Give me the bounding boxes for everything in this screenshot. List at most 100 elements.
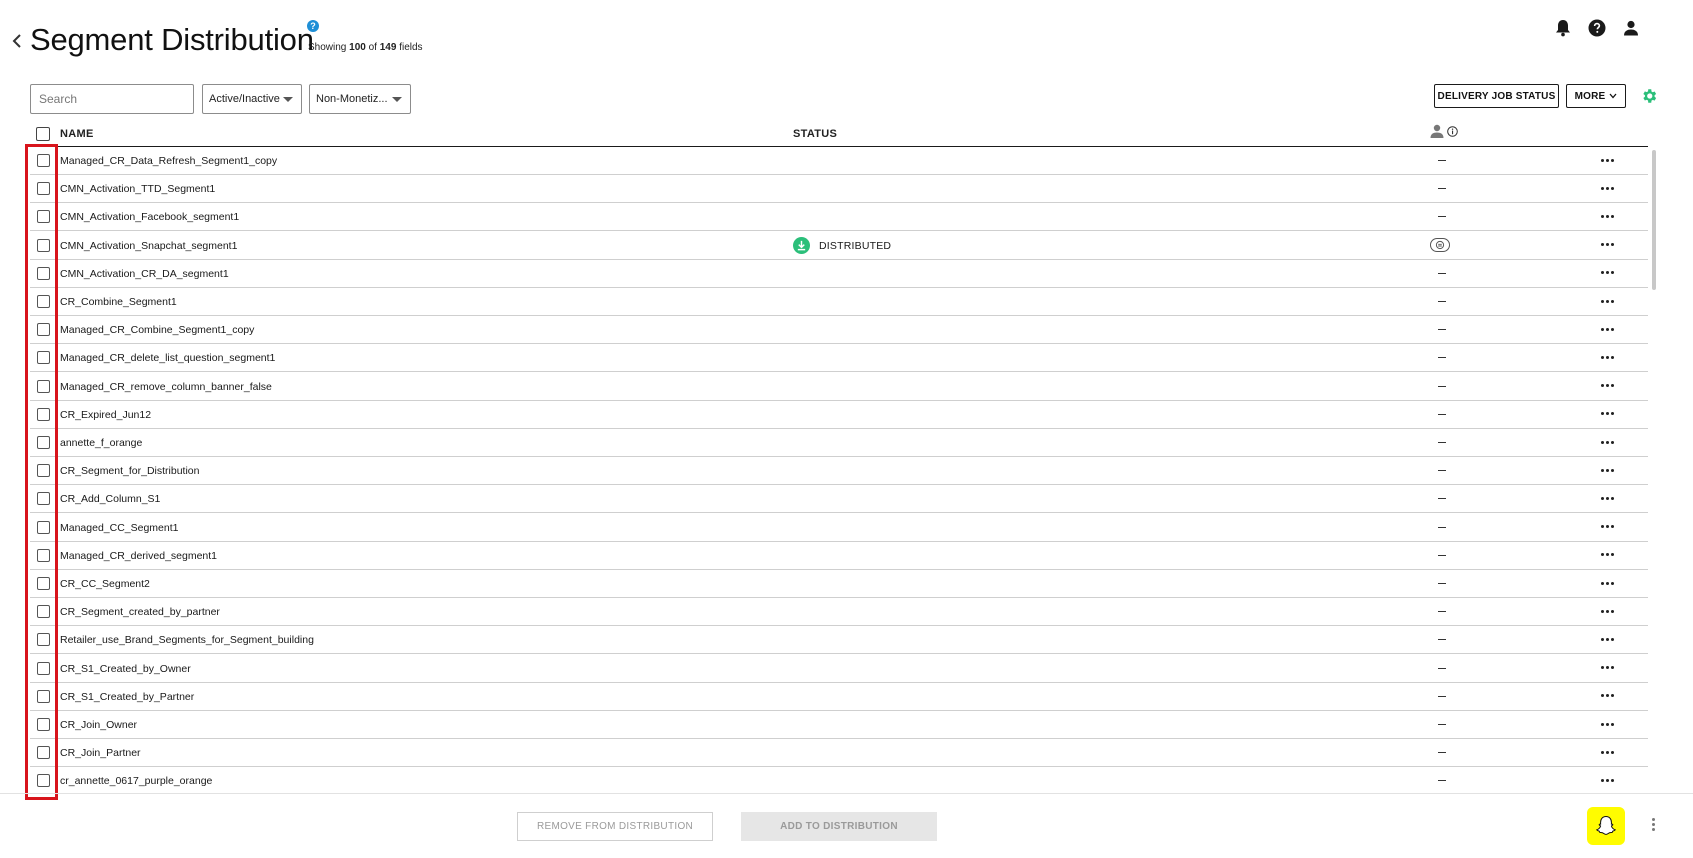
info-icon[interactable] (1447, 125, 1458, 137)
table-row[interactable]: CR_S1_Created_by_Partner (30, 683, 1648, 711)
gear-icon[interactable] (1640, 87, 1658, 105)
segment-name[interactable]: Managed_CR_derived_segment1 (60, 550, 217, 562)
table-row[interactable]: CMN_Activation_Facebook_segment1 (30, 203, 1648, 232)
row-checkbox[interactable] (37, 605, 50, 619)
remove-from-distribution-button[interactable]: REMOVE FROM DISTRIBUTION (517, 812, 713, 841)
more-horizontal-icon[interactable] (1601, 719, 1615, 729)
more-horizontal-icon[interactable] (1601, 268, 1615, 278)
row-checkbox[interactable] (37, 407, 50, 421)
table-row[interactable]: CMN_Activation_Snapchat_segment1 DISTRIBU… (30, 232, 1648, 260)
table-row[interactable]: annette_f_orange (30, 429, 1648, 457)
row-checkbox[interactable] (37, 379, 50, 393)
more-horizontal-icon[interactable] (1601, 381, 1615, 391)
row-checkbox[interactable] (37, 661, 50, 675)
row-checkbox[interactable] (37, 548, 50, 562)
table-row[interactable]: CMN_Activation_TTD_Segment1 (30, 175, 1648, 204)
segment-name[interactable]: CR_Segment_for_Distribution (60, 465, 199, 477)
more-horizontal-icon[interactable] (1601, 155, 1615, 165)
more-horizontal-icon[interactable] (1601, 578, 1615, 588)
table-row[interactable]: CR_Add_Column_S1 (30, 485, 1648, 514)
monetization-filter-dropdown[interactable]: Non-Monetiz... (309, 84, 411, 114)
row-checkbox[interactable] (37, 323, 50, 337)
segment-name[interactable]: Managed_CR_delete_list_question_segment1 (60, 352, 275, 364)
table-row[interactable]: CR_Segment_for_Distribution (30, 457, 1648, 486)
row-checkbox[interactable] (37, 718, 50, 731)
row-checkbox[interactable] (37, 774, 50, 788)
more-button[interactable]: MORE (1566, 84, 1626, 108)
more-horizontal-icon[interactable] (1601, 296, 1615, 306)
delivery-job-status-button[interactable]: DELIVERY JOB STATUS (1434, 84, 1559, 108)
segment-name[interactable]: Managed_CR_remove_column_banner_false (60, 381, 272, 393)
row-checkbox[interactable] (37, 520, 50, 534)
more-horizontal-icon[interactable] (1601, 240, 1615, 250)
table-row[interactable]: CMN_Activation_CR_DA_segment1 (30, 260, 1648, 288)
segment-name[interactable]: CR_Add_Column_S1 (60, 493, 160, 505)
segment-name[interactable]: CR_Join_Partner (60, 747, 141, 759)
more-horizontal-icon[interactable] (1601, 550, 1615, 560)
segment-name[interactable]: cr_annette_0617_purple_orange (60, 775, 212, 787)
segment-name[interactable]: Managed_CC_Segment1 (60, 522, 179, 534)
segment-name[interactable]: CMN_Activation_CR_DA_segment1 (60, 268, 229, 280)
segment-name[interactable]: Managed_CR_Combine_Segment1_copy (60, 324, 254, 336)
table-row[interactable]: Managed_CR_delete_list_question_segment1 (30, 344, 1648, 373)
scrollbar-thumb[interactable] (1652, 150, 1656, 290)
segment-name[interactable]: Managed_CR_Data_Refresh_Segment1_copy (60, 155, 277, 167)
row-checkbox[interactable] (37, 577, 50, 590)
table-row[interactable]: CR_S1_Created_by_Owner (30, 655, 1648, 683)
table-row[interactable]: Managed_CR_derived_segment1 (30, 542, 1648, 570)
row-checkbox[interactable] (37, 154, 50, 167)
row-checkbox[interactable] (37, 238, 50, 252)
segment-name[interactable]: CR_S1_Created_by_Owner (60, 663, 191, 675)
more-horizontal-icon[interactable] (1601, 437, 1615, 447)
table-row[interactable]: CR_Join_Owner (30, 711, 1648, 739)
more-horizontal-icon[interactable] (1601, 211, 1615, 221)
segment-name[interactable]: Retailer_use_Brand_Segments_for_Segment_… (60, 634, 314, 646)
table-row[interactable]: cr_annette_0617_purple_orange (30, 767, 1648, 793)
row-checkbox[interactable] (37, 266, 50, 280)
table-row[interactable]: Managed_CR_Combine_Segment1_copy (30, 316, 1648, 345)
row-checkbox[interactable] (37, 210, 50, 224)
more-horizontal-icon[interactable] (1601, 634, 1615, 644)
more-horizontal-icon[interactable] (1601, 522, 1615, 532)
bell-icon[interactable] (1553, 18, 1573, 38)
segment-name[interactable]: CMN_Activation_TTD_Segment1 (60, 183, 215, 195)
segment-name[interactable]: CR_Combine_Segment1 (60, 296, 177, 308)
more-horizontal-icon[interactable] (1601, 409, 1615, 419)
more-horizontal-icon[interactable] (1601, 465, 1615, 475)
question-circle-icon[interactable] (1587, 18, 1607, 38)
table-row[interactable]: Managed_CR_remove_column_banner_false (30, 373, 1648, 401)
row-checkbox[interactable] (37, 436, 50, 449)
column-header-status[interactable]: STATUS (793, 128, 837, 140)
segment-name[interactable]: CR_Segment_created_by_partner (60, 606, 220, 618)
table-row[interactable]: Managed_CR_Data_Refresh_Segment1_copy (30, 147, 1648, 175)
table-row[interactable]: CR_Segment_created_by_partner (30, 598, 1648, 627)
back-chevron-icon[interactable] (8, 32, 26, 50)
segment-name[interactable]: CMN_Activation_Snapchat_segment1 (60, 240, 237, 252)
table-row[interactable]: CR_Combine_Segment1 (30, 288, 1648, 316)
row-checkbox[interactable] (37, 351, 50, 365)
snapchat-ghost-icon[interactable] (1587, 807, 1625, 845)
more-horizontal-icon[interactable] (1601, 691, 1615, 701)
table-row[interactable]: CR_Expired_Jun12 (30, 401, 1648, 429)
row-checkbox[interactable] (37, 492, 50, 506)
column-header-name[interactable]: NAME (60, 128, 94, 140)
more-horizontal-icon[interactable] (1601, 183, 1615, 193)
status-filter-dropdown[interactable]: Active/Inactive (202, 84, 302, 114)
help-icon[interactable]: ? (307, 20, 319, 32)
row-checkbox[interactable] (37, 633, 50, 647)
row-checkbox[interactable] (37, 295, 50, 308)
segment-name[interactable]: annette_f_orange (60, 437, 142, 449)
row-checkbox[interactable] (37, 182, 50, 196)
user-icon[interactable] (1621, 18, 1641, 38)
table-row[interactable]: Managed_CC_Segment1 (30, 514, 1648, 542)
segment-name[interactable]: CR_Join_Owner (60, 719, 137, 731)
segment-name[interactable]: CMN_Activation_Facebook_segment1 (60, 211, 239, 223)
more-horizontal-icon[interactable] (1601, 352, 1615, 362)
row-checkbox[interactable] (37, 464, 50, 478)
add-to-distribution-button[interactable]: ADD TO DISTRIBUTION (741, 812, 937, 841)
row-checkbox[interactable] (37, 689, 50, 703)
segment-name[interactable]: CR_S1_Created_by_Partner (60, 691, 194, 703)
segment-name[interactable]: CR_Expired_Jun12 (60, 409, 151, 421)
more-horizontal-icon[interactable] (1601, 493, 1615, 503)
row-checkbox[interactable] (37, 746, 50, 760)
